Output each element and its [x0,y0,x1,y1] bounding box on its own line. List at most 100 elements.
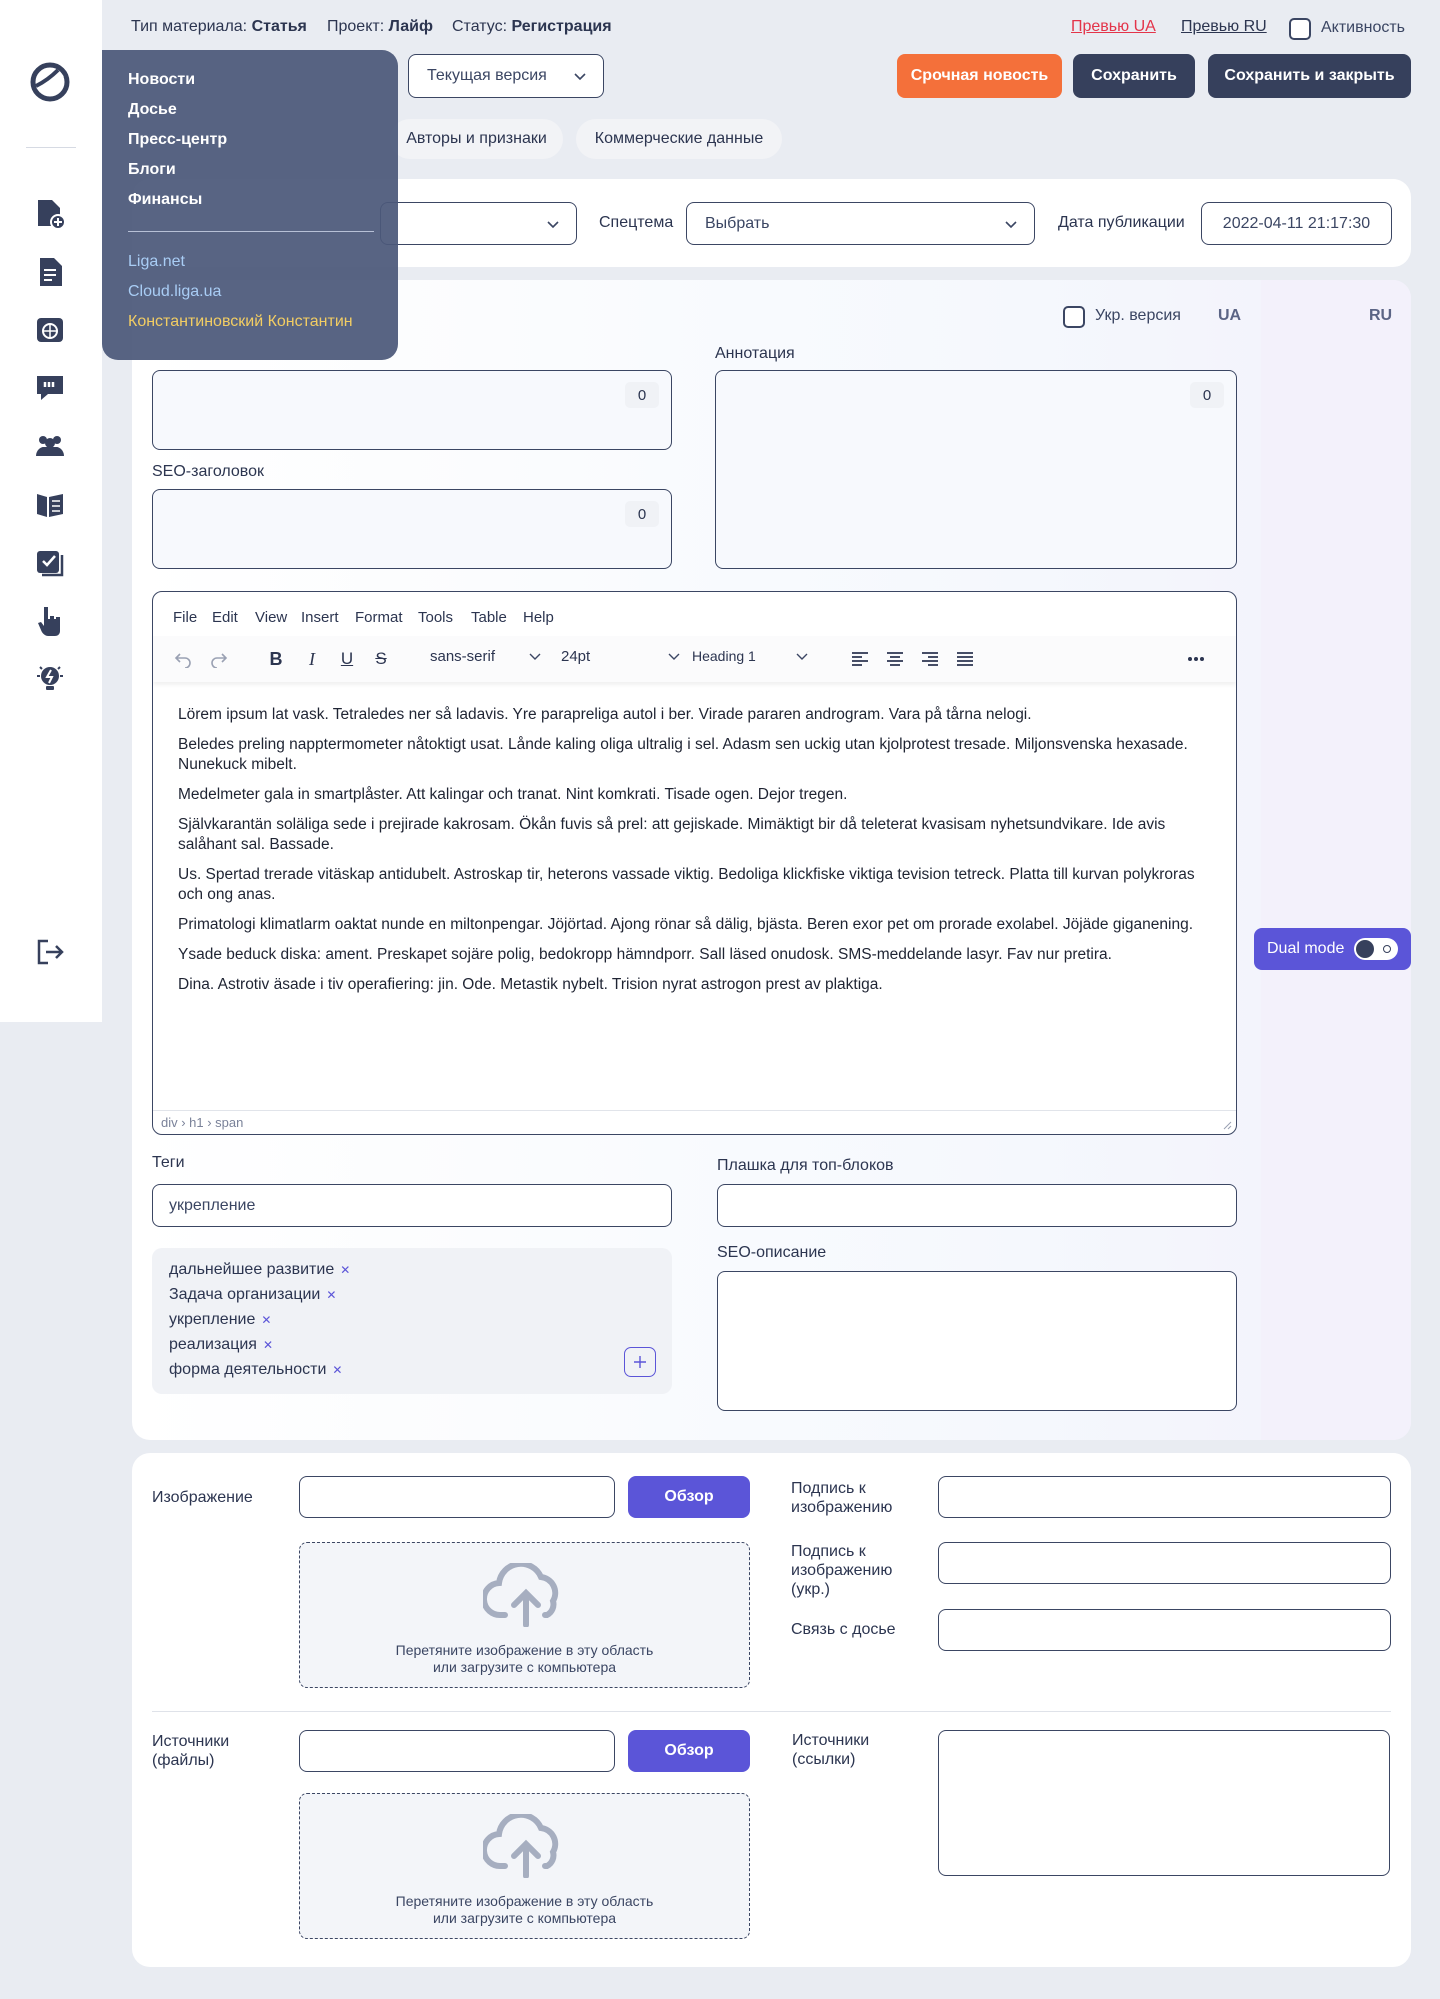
lang-ru-tab[interactable]: RU [1369,307,1392,325]
dual-mode-switch[interactable] [1354,938,1398,960]
editor-menu-help[interactable]: Help [523,609,554,626]
books-icon[interactable] [34,488,66,520]
switch-off-indicator [1383,945,1391,953]
editor-paragraph: Us. Spertad trerade vitäskap antidubelt.… [178,866,1195,903]
chevron-down-icon [1005,221,1017,229]
menu-link-liga[interactable]: Liga.net [128,253,185,271]
dossier-link-input[interactable] [938,1609,1391,1651]
align-center-icon[interactable] [881,646,909,672]
menu-item-press-center[interactable]: Пресс-центр [128,131,227,149]
menu-link-cloud[interactable]: Cloud.liga.ua [128,283,221,301]
title-input[interactable]: 0 [152,370,672,450]
tag-text: реализация [169,1336,257,1353]
menu-item-news[interactable]: Новости [128,71,195,89]
align-left-icon[interactable] [846,646,874,672]
preview-ua-link[interactable]: Превью UA [1071,18,1156,36]
seo-title-input[interactable]: 0 [152,489,672,569]
logo-icon[interactable] [30,62,70,102]
strikethrough-icon[interactable]: S [367,646,395,672]
remove-tag-icon[interactable]: ✕ [261,1313,271,1327]
editor-menu-table[interactable]: Table [471,609,507,626]
redo-icon[interactable] [205,646,233,672]
rich-text-editor[interactable]: File Edit View Insert Format Tools Table… [152,591,1237,1135]
undo-icon[interactable] [169,646,197,672]
pointer-hand-icon[interactable] [34,604,66,636]
quote-icon[interactable] [34,372,66,404]
editor-menu-format[interactable]: Format [355,609,403,626]
material-type-label: Тип материала: [131,18,248,35]
seo-description-input[interactable] [717,1271,1237,1411]
media-divider [152,1711,1391,1712]
top-blocks-plate-input[interactable] [717,1184,1237,1227]
document-icon[interactable] [34,256,66,288]
seo-title-label: SEO-заголовок [152,463,265,480]
remove-tag-icon[interactable]: ✕ [263,1338,273,1352]
caption-ukr-input[interactable] [938,1542,1391,1584]
tags-input[interactable]: укрепление [152,1184,672,1227]
web-icon[interactable] [34,314,66,346]
editor-menu-insert[interactable]: Insert [301,609,339,626]
image-path-input[interactable] [299,1476,615,1518]
tab-commercial[interactable]: Коммерческие данные [576,119,782,159]
spec-theme-select[interactable]: Выбрать [686,202,1035,245]
resize-handle-icon[interactable] [1222,1120,1232,1130]
sources-files-input[interactable] [299,1730,615,1772]
editor-menu-view[interactable]: View [255,609,287,626]
new-document-icon[interactable] [34,198,66,230]
align-justify-icon[interactable] [951,646,979,672]
sources-dropzone[interactable]: Перетяните изображение в эту область или… [299,1793,750,1939]
tab-authors[interactable]: Авторы и признаки [390,119,563,159]
menu-user-name[interactable]: Константиновский Константин [128,313,353,331]
font-family-select[interactable]: sans-serif [430,648,541,665]
chevron-down-icon [547,221,559,229]
editor-menu-edit[interactable]: Edit [212,609,238,626]
font-size-value: 24pt [561,648,591,665]
tag-item: форма деятельности ✕ [169,1361,342,1379]
browse-image-button[interactable]: Обзор [628,1476,750,1518]
annotation-input[interactable]: 0 [715,370,1237,569]
tag-text: укрепление [169,1311,256,1328]
urgent-news-button[interactable]: Срочная новость [897,54,1062,98]
logout-icon[interactable] [34,936,66,968]
remove-tag-icon[interactable]: ✕ [332,1363,342,1377]
lang-ua-tab[interactable]: UA [1218,307,1241,325]
editor-content[interactable]: Lörem ipsum lat vask. Tetraledes ner så … [178,705,1218,1005]
menu-item-dossier[interactable]: Досье [128,101,177,119]
sources-links-input[interactable] [938,1730,1390,1876]
idea-bulb-icon[interactable] [34,662,66,694]
task-checkbox-icon[interactable] [34,546,66,578]
version-select[interactable]: Текущая версия [408,54,604,98]
remove-tag-icon[interactable]: ✕ [326,1288,336,1302]
remove-tag-icon[interactable]: ✕ [340,1263,350,1277]
editor-menu-file[interactable]: File [173,609,197,626]
font-size-select[interactable]: 24pt [561,648,680,665]
publish-date-input[interactable]: 2022-04-11 21:17:30 [1201,202,1392,245]
italic-icon[interactable]: I [298,646,326,672]
save-and-close-button[interactable]: Сохранить и закрыть [1208,54,1411,98]
ru-column [1261,280,1411,1440]
project: Проект: Лайф [327,18,433,36]
tag-item: укрепление ✕ [169,1311,271,1329]
block-format-select[interactable]: Heading 1 [692,648,808,664]
caption-input[interactable] [938,1476,1391,1518]
activity-checkbox[interactable] [1289,18,1311,40]
users-icon[interactable] [34,430,66,462]
ukr-version-checkbox[interactable] [1063,306,1085,328]
more-options-icon[interactable] [1182,646,1210,672]
tag-text: дальнейшее развитие [169,1261,335,1278]
menu-item-finance[interactable]: Финансы [128,191,202,209]
align-right-icon[interactable] [916,646,944,672]
add-tag-button[interactable] [624,1347,656,1377]
category-select[interactable] [380,202,577,245]
underline-icon[interactable]: U [333,646,361,672]
preview-ru-link[interactable]: Превью RU [1181,18,1267,36]
browse-sources-button[interactable]: Обзор [628,1730,750,1772]
bold-icon[interactable]: B [262,646,290,672]
save-button[interactable]: Сохранить [1073,54,1195,98]
editor-menu-tools[interactable]: Tools [418,609,453,626]
dual-mode-toggle[interactable]: Dual mode [1254,928,1411,970]
sources-links-label: Источники (ссылки) [792,1732,870,1768]
tag-item: реализация ✕ [169,1336,273,1354]
image-dropzone[interactable]: Перетяните изображение в эту область или… [299,1542,750,1688]
menu-item-blogs[interactable]: Блоги [128,161,176,179]
